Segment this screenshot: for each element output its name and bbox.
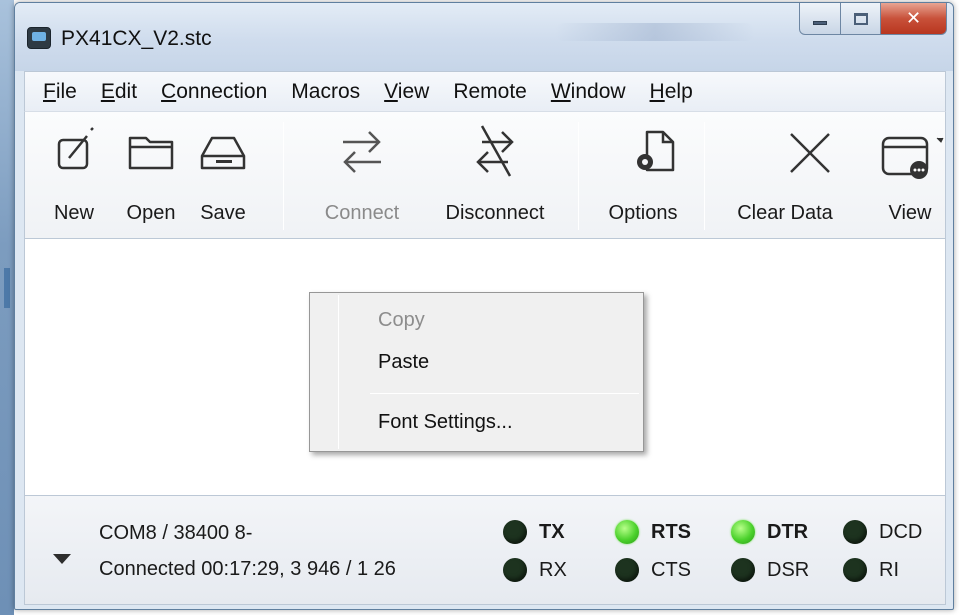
menu-connection-accel: C xyxy=(161,79,177,103)
menu-bar: File Edit Connection Macros View Remote … xyxy=(24,71,946,111)
minimize-button[interactable] xyxy=(799,3,841,35)
cts-label: CTS xyxy=(651,558,691,581)
led-dcd: DCD xyxy=(843,520,922,544)
menu-help-label: elp xyxy=(664,79,693,103)
app-icon xyxy=(27,27,51,49)
menu-remote-label: Remote xyxy=(453,79,527,103)
led-dtr: DTR xyxy=(731,520,808,544)
title-bar[interactable]: PX41CX_V2.stc ✕ xyxy=(15,3,953,71)
view-window-icon xyxy=(875,120,945,182)
save-button[interactable]: Save xyxy=(188,120,258,232)
open-label: Open xyxy=(126,202,176,224)
options-gear-icon xyxy=(608,120,678,182)
disconnect-button[interactable]: Disconnect xyxy=(425,120,565,232)
expand-arrow-icon[interactable] xyxy=(53,554,71,564)
menu-window[interactable]: Window xyxy=(539,80,638,104)
window-controls: ✕ xyxy=(799,3,947,37)
menu-view[interactable]: View xyxy=(372,80,441,104)
menu-help-accel: H xyxy=(649,79,665,103)
open-button[interactable]: Open xyxy=(116,120,186,232)
dtr-label: DTR xyxy=(767,520,809,543)
led-dsr: DSR xyxy=(731,558,809,582)
view-button[interactable]: View xyxy=(875,120,945,232)
toolbar-separator xyxy=(578,122,579,230)
new-button[interactable]: New xyxy=(39,120,109,232)
led-cts: CTS xyxy=(615,558,691,582)
save-label: Save xyxy=(200,202,246,224)
menu-window-accel: W xyxy=(550,79,571,103)
disconnect-arrows-icon xyxy=(460,120,530,182)
menu-file-label: ile xyxy=(55,79,77,103)
clear-data-label: Clear Data xyxy=(737,202,833,224)
menu-connection[interactable]: Connection xyxy=(149,80,279,104)
close-icon: ✕ xyxy=(905,8,922,28)
options-button[interactable]: Options xyxy=(593,120,693,232)
dsr-label: DSR xyxy=(767,558,810,581)
menu-edit-accel: E xyxy=(100,79,115,103)
dcd-label: DCD xyxy=(879,520,923,543)
clear-x-icon xyxy=(750,120,830,182)
tx-label: TX xyxy=(539,520,565,543)
context-paste[interactable]: Paste xyxy=(378,351,429,374)
view-label: View xyxy=(888,202,932,224)
toolbar-separator xyxy=(283,122,284,230)
context-menu-separator xyxy=(370,393,639,394)
menu-connection-label: onnection xyxy=(176,79,268,103)
menu-remote[interactable]: Remote xyxy=(441,80,539,104)
dsr-led-icon xyxy=(731,558,755,582)
menu-view-label: iew xyxy=(397,79,430,103)
menu-window-label: indow xyxy=(570,79,626,103)
context-menu-gutter xyxy=(338,295,339,449)
context-font-settings[interactable]: Font Settings... xyxy=(378,411,513,434)
ri-label: RI xyxy=(879,558,899,581)
clear-data-button[interactable]: Clear Data xyxy=(725,120,845,232)
menu-view-accel: V xyxy=(384,79,398,103)
rx-led-icon xyxy=(503,558,527,582)
connect-arrows-icon xyxy=(327,120,397,182)
connection-status-text: Connected 00:17:29, 3 946 / 1 26 xyxy=(99,558,396,580)
menu-macros[interactable]: Macros xyxy=(279,80,372,104)
desktop-backdrop xyxy=(0,0,14,615)
disconnect-label: Disconnect xyxy=(445,202,545,224)
led-tx: TX xyxy=(503,520,565,544)
menu-edit[interactable]: Edit xyxy=(89,80,149,104)
menu-macros-label: Macros xyxy=(291,79,361,103)
backdrop-mark xyxy=(4,268,10,308)
drive-icon xyxy=(188,120,258,182)
status-bar: COM8 / 38400 8- Connected 00:17:29, 3 94… xyxy=(24,495,946,605)
cts-led-icon xyxy=(615,558,639,582)
menu-help[interactable]: Help xyxy=(638,80,705,104)
dcd-led-icon xyxy=(843,520,867,544)
tx-led-icon xyxy=(503,520,527,544)
led-ri: RI xyxy=(843,558,899,582)
connect-label: Connect xyxy=(324,202,400,224)
rx-label: RX xyxy=(539,558,567,581)
toolbar: New Open Save Connect Disconnect Options… xyxy=(24,111,946,239)
title-bar-glow xyxy=(555,23,755,41)
close-button[interactable]: ✕ xyxy=(881,3,947,35)
led-rts: RTS xyxy=(615,520,691,544)
led-rx: RX xyxy=(503,558,567,582)
rts-led-icon xyxy=(615,520,639,544)
port-settings-text: COM8 / 38400 8- xyxy=(99,522,253,544)
maximize-button[interactable] xyxy=(841,3,881,35)
maximize-icon xyxy=(853,12,868,25)
connect-button[interactable]: Connect xyxy=(307,120,417,232)
new-document-icon xyxy=(39,120,109,182)
minimize-icon xyxy=(813,20,827,25)
window-title: PX41CX_V2.stc xyxy=(61,27,212,50)
folder-icon xyxy=(116,120,186,182)
options-label: Options xyxy=(608,202,678,224)
context-menu: Copy Paste Font Settings... xyxy=(309,292,644,452)
dtr-led-icon xyxy=(731,520,755,544)
new-label: New xyxy=(53,202,94,224)
ri-led-icon xyxy=(843,558,867,582)
menu-file-accel: F xyxy=(43,79,56,103)
menu-edit-label: dit xyxy=(114,79,138,103)
toolbar-separator xyxy=(704,122,705,230)
rts-label: RTS xyxy=(651,520,691,543)
menu-file[interactable]: File xyxy=(31,80,89,104)
context-copy[interactable]: Copy xyxy=(378,309,425,332)
